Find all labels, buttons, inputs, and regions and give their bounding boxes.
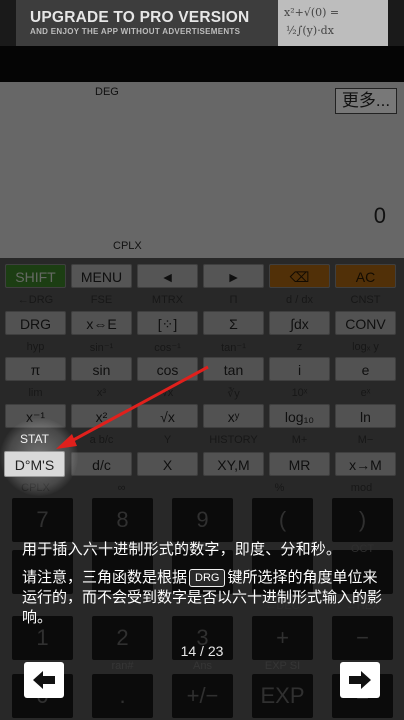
- next-button[interactable]: [340, 662, 380, 698]
- sec-label: ran#: [111, 660, 134, 672]
- convert-key[interactable]: CONV: [335, 311, 396, 335]
- sec-label: Π: [229, 294, 238, 306]
- backspace-key[interactable]: ⌫: [269, 264, 330, 288]
- exp-key[interactable]: EXP: [252, 674, 313, 718]
- exp-toggle-key[interactable]: x⇔E: [71, 311, 132, 335]
- angle-mode-indicator: DEG: [95, 86, 119, 98]
- decimal-key[interactable]: .: [92, 674, 153, 718]
- sec-label: cos⁻¹: [154, 342, 181, 354]
- sec-label: d / dx: [286, 294, 313, 306]
- pi-key[interactable]: π: [5, 357, 66, 381]
- sec-label: EXP SI: [264, 660, 301, 672]
- sec-label: CNST: [350, 294, 381, 306]
- euler-key[interactable]: e: [335, 357, 396, 381]
- power-key[interactable]: xʸ: [203, 404, 264, 428]
- close-paren-key[interactable]: ): [332, 498, 393, 542]
- drg-key[interactable]: DRG: [5, 311, 66, 335]
- inline-drg-key-badge: DRG: [189, 569, 226, 587]
- imaginary-key[interactable]: i: [269, 357, 330, 381]
- x-key[interactable]: X: [137, 452, 198, 476]
- arrow-left-icon: [33, 671, 55, 689]
- arrow-right-icon: [349, 671, 371, 689]
- sec-label: tan⁻¹: [221, 342, 246, 354]
- sec-label: Ans: [193, 660, 212, 672]
- tutorial-text-line1: 用于插入六十进制形式的数字，即度、分和秒。: [22, 541, 342, 558]
- sec-label: ←DRG: [17, 294, 54, 306]
- sec-label: MTRX: [151, 294, 184, 306]
- tan-key[interactable]: tan: [203, 357, 264, 381]
- sec-label: lim: [28, 387, 43, 399]
- sec-label: ∛y: [227, 388, 240, 400]
- sec-label: √x: [161, 387, 174, 399]
- ad-content[interactable]: UPGRADE TO PRO VERSION AND ENJOY THE APP…: [16, 0, 388, 46]
- sec-label: mod: [350, 482, 373, 494]
- sec-label: ∞: [117, 482, 126, 494]
- sec-label: HISTORY: [209, 434, 258, 446]
- sec-label: FSE: [90, 294, 113, 306]
- digit-8-key[interactable]: 8: [92, 498, 153, 542]
- sec-label: hyp: [26, 341, 45, 353]
- cos-key[interactable]: cos: [137, 357, 198, 381]
- sec-label: a b/c: [89, 434, 114, 446]
- highlighted-dms-key[interactable]: D°M'S: [4, 451, 65, 477]
- page-indicator: 14 / 23: [180, 643, 224, 659]
- sec-label: sin⁻¹: [89, 342, 114, 354]
- sqrt-key[interactable]: √x: [137, 404, 198, 428]
- ad-subtitle: AND ENJOY THE APP WITHOUT ADVERTISEMENTS: [30, 27, 241, 36]
- sec-label: Y: [163, 434, 172, 446]
- sec-label: %: [274, 482, 285, 494]
- ln-key[interactable]: ln: [335, 404, 396, 428]
- log10-key[interactable]: log₁₀: [269, 404, 330, 428]
- complex-mode-indicator: CPLX: [113, 240, 142, 252]
- cursor-right-key[interactable]: ►: [203, 264, 264, 288]
- menu-key[interactable]: MENU: [71, 264, 132, 288]
- ad-title: UPGRADE TO PRO VERSION: [30, 9, 250, 26]
- ad-banner[interactable]: UPGRADE TO PRO VERSION AND ENJOY THE APP…: [0, 0, 404, 46]
- sec-label: 10ˣ: [291, 387, 308, 399]
- cursor-left-key[interactable]: ◄: [137, 264, 198, 288]
- fraction-key[interactable]: d/c: [71, 452, 132, 476]
- tutorial-text-line2: 请注意，三角函数是根据 DRG 键所选择的角度单位来运行的，而不会受到数字是否以六十…: [22, 568, 392, 628]
- sec-label: eˣ: [360, 387, 371, 399]
- sum-key[interactable]: Σ: [203, 311, 264, 335]
- digit-7-key[interactable]: 7: [12, 498, 73, 542]
- sec-label: M−: [357, 434, 374, 446]
- top-bar: [0, 46, 404, 82]
- store-memory-key[interactable]: x→M: [335, 452, 396, 476]
- sin-key[interactable]: sin: [71, 357, 132, 381]
- tutorial-text-part: 请注意，三角函数是根据: [22, 569, 188, 586]
- square-key[interactable]: x²: [71, 404, 132, 428]
- result-display: 0: [373, 203, 386, 228]
- sec-label: x³: [96, 387, 107, 399]
- all-clear-key[interactable]: AC: [335, 264, 396, 288]
- integral-key[interactable]: ∫dx: [269, 311, 330, 335]
- memory-recall-key[interactable]: MR: [269, 452, 330, 476]
- sec-label: M+: [291, 434, 308, 446]
- sec-label: z: [296, 341, 303, 353]
- more-button[interactable]: 更多...: [335, 88, 397, 114]
- ad-math-image: x²+√(0) = ½∫(y)·dx: [278, 0, 388, 46]
- xy-memory-key[interactable]: XY,M: [203, 452, 264, 476]
- sign-key[interactable]: +/−: [172, 674, 233, 718]
- highlighted-secondary-label: STAT: [20, 432, 49, 446]
- previous-button[interactable]: [24, 662, 64, 698]
- open-paren-key[interactable]: (: [252, 498, 313, 542]
- shift-key[interactable]: SHIFT: [5, 264, 66, 288]
- sec-label: logₓ y: [352, 341, 379, 353]
- matrix-key[interactable]: [⁘]: [137, 311, 198, 335]
- digit-9-key[interactable]: 9: [172, 498, 233, 542]
